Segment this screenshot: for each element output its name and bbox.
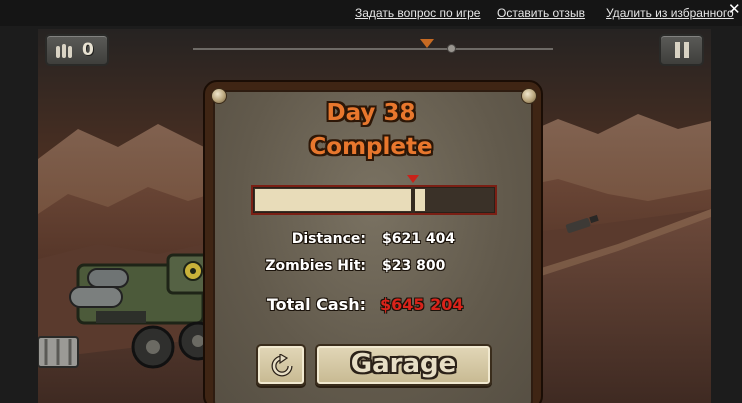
garage-button[interactable]: Garage	[315, 344, 492, 386]
remove-favorite-link[interactable]: Удалить из избранного	[606, 6, 734, 20]
level-progress-marker	[420, 39, 434, 48]
leave-review-link[interactable]: Оставить отзыв	[497, 6, 585, 20]
complete-title: Complete	[309, 134, 433, 160]
zombies-hit-label: Zombies Hit:	[265, 258, 366, 274]
ask-question-link[interactable]: Задать вопрос по игре	[355, 6, 480, 20]
day-progress-fill	[255, 189, 425, 211]
site-top-bar: Задать вопрос по игре Оставить отзыв Уда…	[0, 0, 742, 26]
ammo-count: 0	[82, 40, 94, 60]
close-icon[interactable]: ✕	[728, 2, 741, 17]
level-progress-dot	[447, 44, 456, 53]
pause-icon	[675, 42, 689, 58]
total-cash-label: Total Cash:	[266, 295, 366, 314]
level-progress-track	[193, 48, 553, 50]
garage-button-label: Garage	[350, 349, 457, 379]
replay-icon	[271, 354, 293, 377]
distance-value: $621 404	[382, 231, 456, 247]
total-cash-value: $645 204	[380, 295, 464, 314]
result-progress-marker	[407, 175, 419, 183]
replay-button[interactable]	[256, 344, 306, 386]
day-progress-bar	[251, 185, 497, 215]
pause-button[interactable]	[659, 34, 704, 66]
zombies-hit-value: $23 800	[382, 258, 446, 274]
day-progress-divider	[411, 187, 415, 213]
distance-label: Distance:	[291, 231, 366, 247]
ammo-counter: 0	[45, 34, 109, 66]
day-title: Day 38	[326, 100, 416, 126]
bullets-icon	[56, 44, 72, 58]
